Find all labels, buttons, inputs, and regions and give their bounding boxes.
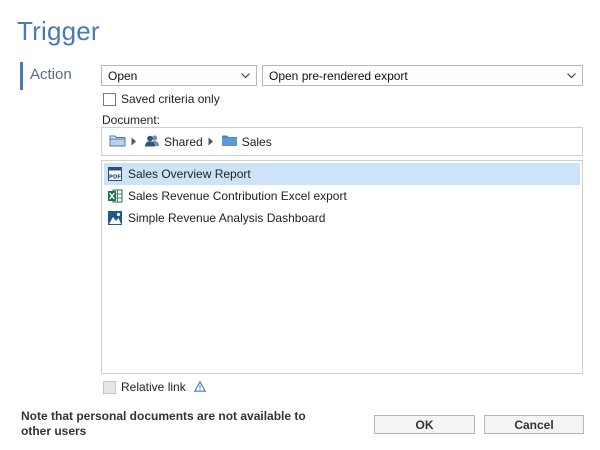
excel-icon xyxy=(107,188,123,204)
section-accent-bar xyxy=(20,62,23,90)
mode-select-value: Open pre-rendered export xyxy=(269,68,408,83)
breadcrumb-sales[interactable]: Sales xyxy=(221,134,272,150)
relative-link-row[interactable]: Relative link xyxy=(103,380,206,394)
list-item[interactable]: Simple Revenue Analysis Dashboard xyxy=(104,207,580,229)
chevron-down-icon xyxy=(566,71,576,81)
shared-users-icon xyxy=(144,134,160,150)
breadcrumb-shared[interactable]: Shared xyxy=(144,134,203,150)
warning-icon[interactable] xyxy=(193,381,206,393)
svg-text:PDF: PDF xyxy=(109,175,122,181)
breadcrumb: Shared Sales xyxy=(101,127,583,156)
list-item[interactable]: PDF Sales Overview Report xyxy=(104,163,580,185)
list-item[interactable]: Sales Revenue Contribution Excel export xyxy=(104,185,580,207)
action-select-value: Open xyxy=(108,68,138,83)
cancel-button[interactable]: Cancel xyxy=(484,415,584,434)
document-label-0: Sales Overview Report xyxy=(128,167,251,181)
chevron-down-icon xyxy=(240,71,250,81)
document-list[interactable]: PDF Sales Overview Report Sales Revenue … xyxy=(101,160,583,374)
personal-documents-note: Note that personal documents are not ava… xyxy=(21,409,306,438)
document-label-1: Sales Revenue Contribution Excel export xyxy=(128,189,347,203)
document-label-2: Simple Revenue Analysis Dashboard xyxy=(128,211,326,225)
folder-icon xyxy=(221,134,238,150)
ok-button[interactable]: OK xyxy=(374,415,475,434)
saved-criteria-checkbox[interactable] xyxy=(103,92,116,106)
breadcrumb-shared-label: Shared xyxy=(164,134,203,149)
dialog-title: Trigger xyxy=(17,16,100,46)
folder-root-icon xyxy=(109,134,126,150)
pdf-icon: PDF xyxy=(107,166,123,182)
saved-criteria-label: Saved criteria only xyxy=(121,92,220,106)
relative-link-checkbox[interactable] xyxy=(103,380,116,394)
breadcrumb-root[interactable] xyxy=(109,134,126,150)
document-label: Document: xyxy=(102,113,161,127)
mode-select[interactable]: Open pre-rendered export xyxy=(262,65,583,86)
section-label-action: Action xyxy=(30,66,72,83)
breadcrumb-sales-label: Sales xyxy=(241,134,272,149)
trigger-dialog: Trigger Action Open Open pre-rendered ex… xyxy=(0,0,600,450)
relative-link-label: Relative link xyxy=(121,380,186,394)
chevron-right-icon xyxy=(131,137,139,146)
action-select[interactable]: Open xyxy=(101,65,257,86)
chevron-right-icon xyxy=(208,137,216,146)
saved-criteria-row[interactable]: Saved criteria only xyxy=(103,92,220,106)
dashboard-icon xyxy=(107,210,123,226)
